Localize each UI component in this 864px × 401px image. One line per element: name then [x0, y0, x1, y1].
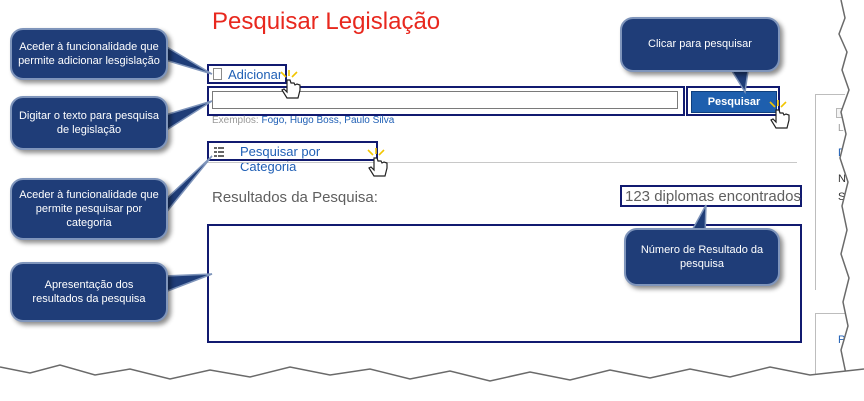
add-link-highlight[interactable]: Adicionar [207, 64, 287, 84]
callout-pointer-add [164, 44, 213, 75]
examples-prefix: Exemplos: [212, 115, 262, 126]
callout-pointer-search [164, 100, 213, 133]
callout-results: Apresentação dos resultados da pesquisa [10, 262, 168, 322]
callout-search-button: Clicar para pesquisar [620, 17, 780, 72]
callout-category: Aceder à funcionalidade que permite pesq… [10, 178, 168, 240]
hand-cursor-icon [367, 148, 388, 177]
callout-search-text: Digitar o texto para pesquisa de legisla… [10, 96, 168, 150]
list-icon [214, 147, 224, 157]
results-count-highlight: 123 diplomas encontrados [620, 185, 802, 207]
search-examples: Exemplos: Fogo, Hugo Boss, Paulo Silva [212, 115, 394, 126]
add-link[interactable]: Adicionar [228, 67, 282, 82]
results-label: Resultados da Pesquisa: [212, 189, 378, 206]
hand-cursor-icon [769, 100, 790, 129]
category-link-highlight[interactable]: Pesquisar por Categoria [207, 141, 378, 174]
category-link[interactable]: Pesquisar por Categoria [240, 144, 376, 174]
page-title: Pesquisar Legislação [212, 8, 441, 35]
page: Pesquisar Legislação Adicionar Pesquisar… [0, 0, 864, 401]
divider [207, 162, 797, 163]
callout-pointer-results [164, 273, 213, 294]
callout-add: Aceder à funcionalidade que permite adic… [10, 28, 168, 80]
torn-edge-right [838, 0, 864, 401]
examples-values[interactable]: Fogo, Hugo Boss, Paulo Silva [261, 115, 394, 126]
torn-edge-bottom [0, 364, 864, 401]
results-count: 123 diplomas encontrados [625, 188, 801, 205]
callout-count: Número de Resultado da pesquisa [624, 228, 780, 286]
document-icon [213, 68, 222, 80]
callout-pointer-category [164, 155, 213, 217]
hand-cursor-icon [280, 70, 301, 99]
